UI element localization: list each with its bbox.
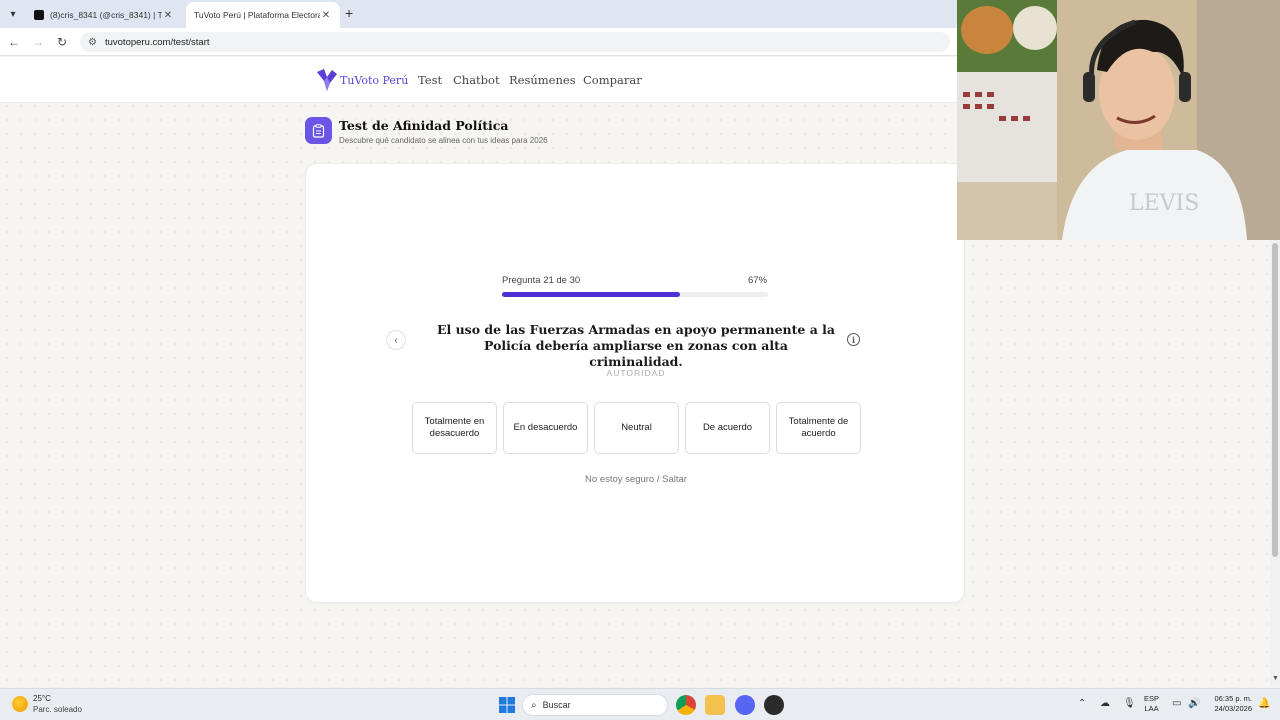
scrollbar-thumb[interactable] (1272, 243, 1278, 557)
tab-tuvoto[interactable]: TuVoto Perú | Plataforma Electoral ✕ (186, 2, 340, 28)
clock-time: 06:35 p. m. (1214, 694, 1252, 703)
close-icon[interactable]: ✕ (162, 10, 174, 21)
logo-mark-icon (317, 69, 337, 91)
option-totalmente-en-desacuerdo[interactable]: Totalmente en desacuerdo (412, 402, 497, 454)
url-text: tuvotoperu.com/test/start (104, 36, 210, 48)
back-arrow-icon[interactable]: ← (6, 34, 22, 50)
progress-label: Pregunta 21 de 30 (502, 275, 581, 286)
info-icon[interactable]: i (847, 333, 860, 346)
page-subtitle: Descubre qué candidato se alinea con tus… (339, 136, 548, 145)
site-logo[interactable]: TuVoto Perú (316, 67, 408, 93)
search-icon: ⌕ (531, 699, 537, 711)
tiktok-favicon-icon (34, 10, 44, 20)
forward-arrow-icon[interactable]: → (30, 34, 46, 50)
obs-icon[interactable] (764, 695, 784, 715)
system-clock[interactable]: 06:35 p. m. 24/03/2026 (1206, 694, 1252, 714)
tab-tiktok[interactable]: (8)cris_8341 (@cris_8341) | TikTok ✕ (26, 2, 182, 28)
question-text: El uso de las Fuerzas Armadas en apoyo p… (436, 322, 836, 369)
svg-text:LEVIS: LEVIS (1129, 191, 1199, 216)
skip-link[interactable]: No estoy seguro / Saltar (306, 474, 966, 485)
site-info-icon[interactable]: ⚙ (88, 37, 97, 48)
nav-link-resumenes[interactable]: Resúmenes (509, 73, 576, 87)
scroll-down-icon[interactable]: ▼ (1272, 675, 1279, 682)
logo-text: TuVoto Perú (340, 73, 409, 87)
search-placeholder: Buscar (542, 700, 571, 710)
webcam-image: LEVIS (957, 0, 1280, 240)
tab-title: (8)cris_8341 (@cris_8341) | TikTok (50, 10, 162, 20)
clipboard-icon (305, 117, 332, 144)
windows-taskbar: 25°C Parc. soleado ⌕ Buscar ⌃ ☁ 🎙 ESP LA… (0, 688, 1280, 720)
question-category: AUTORIDAD (606, 368, 666, 378)
option-en-desacuerdo[interactable]: En desacuerdo (503, 402, 588, 454)
progress-bar (502, 292, 768, 297)
nav-link-chatbot[interactable]: Chatbot (453, 73, 500, 87)
progress-percent: 67% (748, 275, 768, 286)
file-explorer-icon[interactable] (705, 695, 725, 715)
notification-bell-icon[interactable]: 🔔 (1258, 698, 1270, 709)
tab-search-chevron-icon[interactable]: ▾ (4, 5, 22, 23)
option-de-acuerdo[interactable]: De acuerdo (685, 402, 770, 454)
tab-title: TuVoto Perú | Plataforma Electoral (194, 10, 320, 20)
answer-options: Totalmente en desacuerdo En desacuerdo N… (412, 402, 861, 454)
input-language[interactable]: ESP LAA (1144, 694, 1159, 714)
volume-icon[interactable]: 🔊 (1188, 698, 1200, 709)
network-icon[interactable]: ▭ (1172, 698, 1181, 709)
option-neutral[interactable]: Neutral (594, 402, 679, 454)
webcam-overlay: LEVIS (957, 0, 1280, 240)
reload-icon[interactable]: ↻ (54, 34, 70, 50)
discord-icon[interactable] (735, 695, 755, 715)
address-bar[interactable]: ⚙ tuvotoperu.com/test/start (80, 32, 950, 52)
windows-start-icon[interactable] (497, 695, 517, 715)
page-title: Test de Afinidad Política (339, 118, 509, 133)
progress-bar-fill (502, 292, 681, 297)
weather-description: Parc. soleado (33, 705, 82, 714)
taskbar-search[interactable]: ⌕ Buscar (522, 694, 668, 716)
new-tab-plus-icon[interactable]: + (345, 5, 353, 21)
clock-date: 24/03/2026 (1214, 704, 1252, 713)
previous-question-button[interactable]: ‹ (386, 330, 406, 350)
microphone-icon[interactable]: 🎙 (1123, 698, 1136, 709)
nav-link-test[interactable]: Test (418, 73, 442, 87)
show-hidden-icons-chevron-icon[interactable]: ⌃ (1078, 698, 1086, 709)
question-card: Pregunta 21 de 30 67% ‹ El uso de las Fu… (305, 163, 965, 603)
nav-link-comparar[interactable]: Comparar (583, 73, 642, 87)
option-totalmente-de-acuerdo[interactable]: Totalmente de acuerdo (776, 402, 861, 454)
weather-sun-icon[interactable] (12, 696, 28, 712)
onedrive-cloud-icon[interactable]: ☁ (1100, 698, 1110, 709)
weather-temperature: 25°C (33, 694, 51, 703)
close-icon[interactable]: ✕ (320, 10, 332, 21)
chrome-icon[interactable] (676, 695, 696, 715)
